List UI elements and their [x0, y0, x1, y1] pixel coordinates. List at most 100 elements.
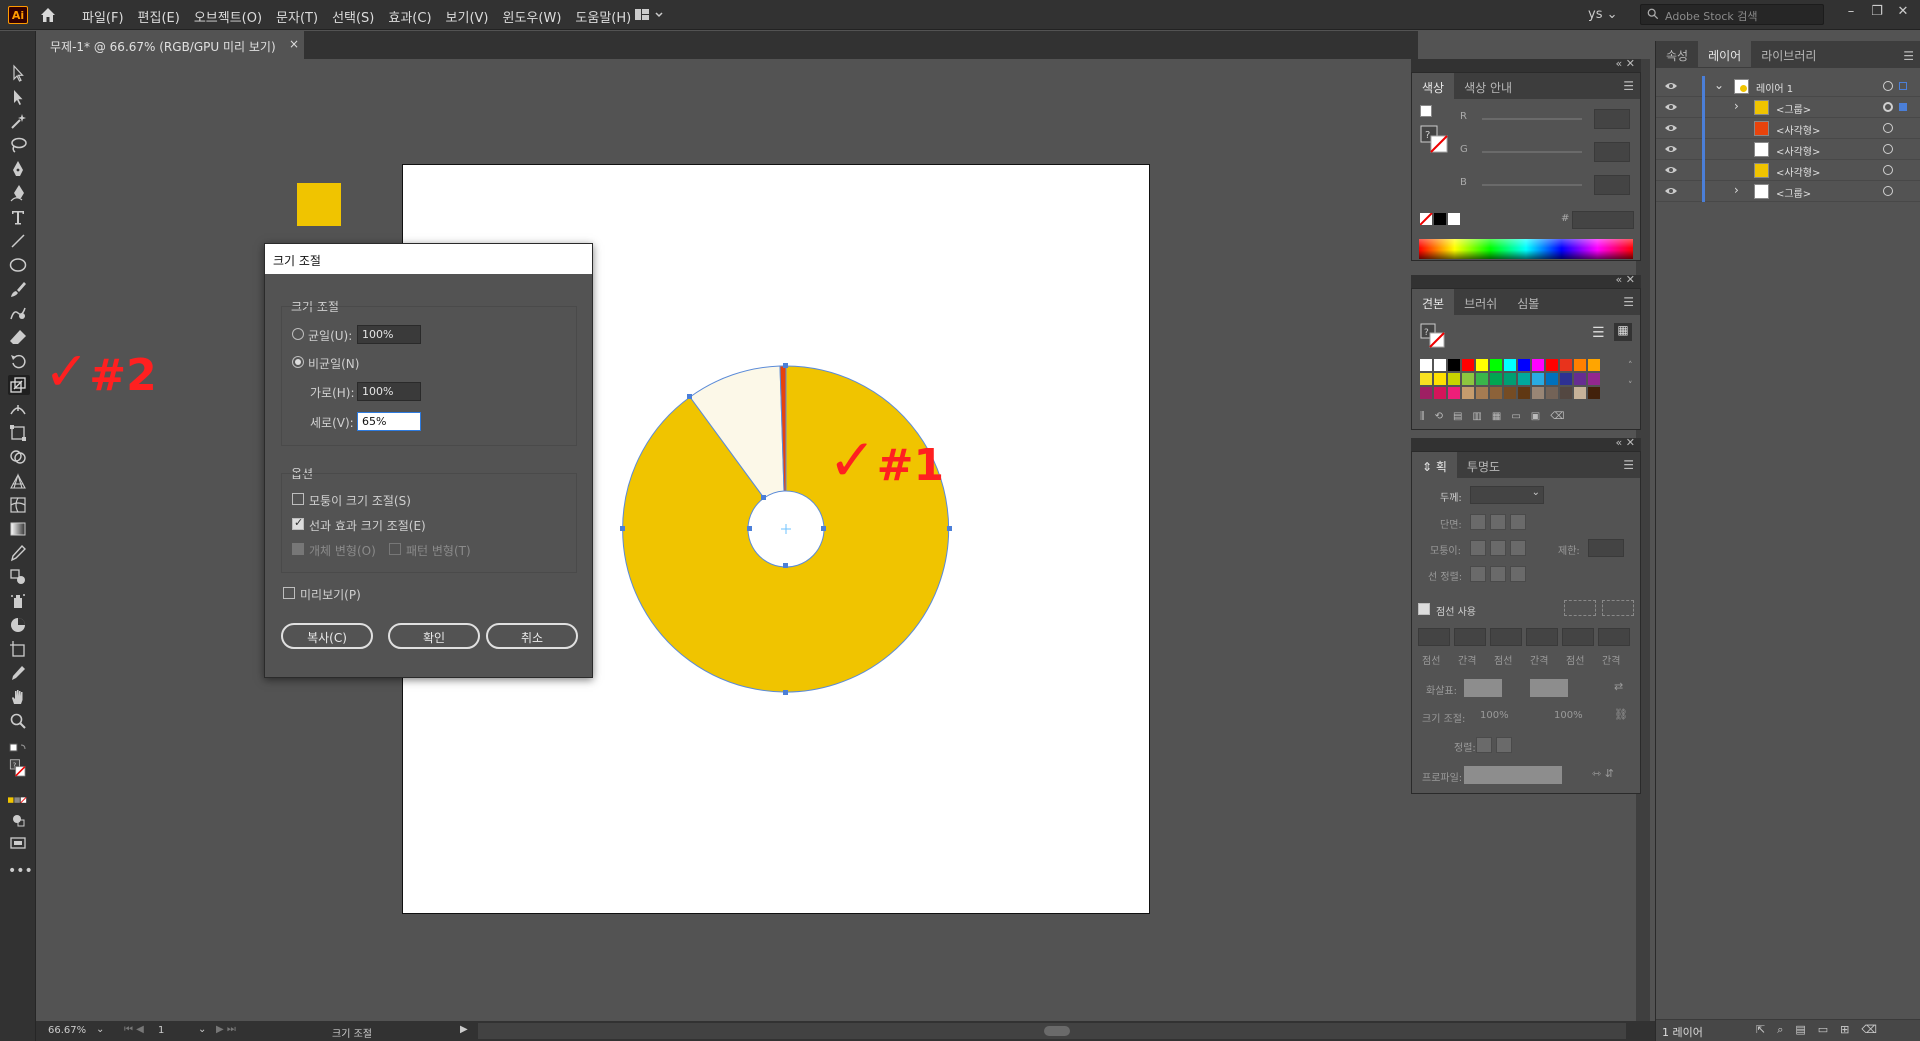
rotate-tool-icon[interactable] — [8, 351, 30, 371]
perspective-grid-tool-icon[interactable] — [8, 471, 30, 491]
g-slider[interactable]: G — [1460, 142, 1640, 162]
color-spectrum[interactable] — [1419, 239, 1633, 259]
layer-row-rectangle-2[interactable]: <사각형> — [1656, 139, 1920, 160]
swatch[interactable] — [1490, 359, 1502, 371]
swatch[interactable] — [1420, 387, 1432, 399]
curvature-tool-icon[interactable] — [8, 183, 30, 203]
panel-collapse-icon[interactable]: « ✕ — [1616, 436, 1635, 449]
tab-libraries[interactable]: 라이브러리 — [1751, 41, 1826, 67]
home-icon[interactable] — [38, 5, 58, 25]
stock-search-input[interactable]: Adobe Stock 검색 — [1640, 4, 1824, 25]
panel-collapse-icon[interactable]: « ✕ — [1616, 273, 1635, 286]
symbol-sprayer-tool-icon[interactable] — [8, 591, 30, 611]
fill-stroke-indicator-icon[interactable]: ? — [8, 759, 30, 785]
tab-color[interactable]: 색상 — [1412, 73, 1455, 99]
layers-footer-icons[interactable]: ⇱⌕▤▭⊞⌫ — [1756, 1023, 1889, 1037]
swatch-grid[interactable] — [1420, 359, 1615, 403]
menu-object[interactable]: 오브젝트(O) — [194, 7, 262, 26]
expand-chevron-right-icon[interactable]: › — [1734, 99, 1739, 113]
panel-menu-icon[interactable]: ☰ — [1623, 295, 1634, 309]
swatch[interactable] — [1476, 373, 1488, 385]
r-slider[interactable]: R — [1460, 109, 1640, 129]
swatch[interactable] — [1420, 373, 1432, 385]
ellipse-tool-icon[interactable] — [8, 255, 30, 275]
shaper-tool-icon[interactable] — [8, 303, 30, 323]
swatch[interactable] — [1546, 387, 1558, 399]
swatch[interactable] — [1588, 359, 1600, 371]
line-segment-tool-icon[interactable] — [8, 231, 30, 251]
uniform-input[interactable] — [357, 325, 421, 344]
artboard-nav-prev-icons[interactable]: ⏮ ◀ — [124, 1024, 144, 1035]
visibility-eye-icon[interactable] — [1664, 80, 1678, 92]
swatch[interactable] — [1462, 359, 1474, 371]
scale-strokes-checkbox[interactable] — [292, 516, 304, 530]
width-tool-icon[interactable] — [8, 399, 30, 419]
artboard-number[interactable]: 1 — [158, 1025, 164, 1036]
swatch[interactable] — [1490, 373, 1502, 385]
artboard-tool-icon[interactable] — [8, 639, 30, 659]
tab-brushes[interactable]: 브러쉬 — [1454, 289, 1507, 315]
yellow-square-object[interactable] — [297, 183, 341, 226]
weight-input[interactable]: ⌄ — [1470, 486, 1544, 504]
cancel-button[interactable]: 취소 — [486, 623, 578, 649]
selection-tool-icon[interactable] — [8, 63, 30, 83]
minimize-button[interactable]: – — [1838, 4, 1864, 22]
expand-chevron-down-icon[interactable]: ⌄ — [1714, 78, 1724, 92]
status-arrow-icon[interactable]: ▶ — [460, 1024, 468, 1035]
menu-help[interactable]: 도움말(H) — [575, 7, 631, 26]
pen-tool-icon[interactable] — [8, 159, 30, 179]
swatch[interactable] — [1532, 373, 1544, 385]
swatch[interactable] — [1448, 359, 1460, 371]
color-fill-stroke-icon[interactable]: ? — [1420, 125, 1450, 155]
tab-properties[interactable]: 속성 — [1656, 41, 1698, 67]
eraser-tool-icon[interactable] — [8, 327, 30, 347]
blend-tool-icon[interactable] — [8, 567, 30, 587]
swatch[interactable] — [1518, 387, 1530, 399]
visibility-eye-icon[interactable] — [1664, 122, 1678, 134]
target-circle-icon[interactable] — [1883, 186, 1893, 196]
type-tool-icon[interactable] — [8, 207, 30, 227]
magic-wand-tool-icon[interactable] — [8, 111, 30, 131]
artboard-nav-next-icons[interactable]: ▶ ⏭ — [216, 1024, 236, 1035]
swatch[interactable] — [1476, 387, 1488, 399]
drawing-mode-icon[interactable] — [8, 809, 30, 829]
menu-window[interactable]: 윈도우(W) — [503, 7, 562, 26]
tab-color-guide[interactable]: 색상 안내 — [1454, 73, 1522, 99]
selection-indicator[interactable] — [1899, 82, 1907, 90]
b-slider[interactable]: B — [1460, 175, 1640, 195]
expand-chevron-right-icon[interactable]: › — [1734, 183, 1739, 197]
close-window-button[interactable]: ✕ — [1890, 4, 1916, 22]
swatches-panel-collapse-bar[interactable]: « ✕ — [1411, 273, 1641, 289]
column-graph-tool-icon[interactable] — [8, 615, 30, 635]
g-value-input[interactable] — [1594, 142, 1630, 162]
swatch[interactable] — [1434, 359, 1446, 371]
tab-layers[interactable]: 레이어 — [1698, 41, 1752, 67]
scale-corners-checkbox[interactable] — [292, 493, 304, 505]
stroke-panel-collapse-bar[interactable]: « ✕ — [1411, 436, 1641, 452]
swatch-fill-stroke-icon[interactable]: ? — [1420, 323, 1446, 349]
panel-collapse-icon[interactable]: « ✕ — [1616, 57, 1635, 70]
color-panel-collapse-bar[interactable]: « ✕ — [1411, 57, 1641, 73]
mesh-tool-icon[interactable] — [8, 495, 30, 515]
menu-select[interactable]: 선택(S) — [332, 7, 374, 26]
color-mode-icons[interactable] — [8, 791, 30, 804]
swatch[interactable] — [1560, 387, 1572, 399]
menu-type[interactable]: 문자(T) — [276, 7, 318, 26]
workspace-switcher-icon[interactable] — [634, 7, 666, 23]
target-circle-icon[interactable] — [1883, 165, 1893, 175]
default-colors-icon[interactable] — [1420, 105, 1432, 117]
swatch-footer-icons[interactable]: ⫼⟲▤▥▦▭▣⌫ — [1420, 411, 1634, 425]
swatch[interactable] — [1532, 359, 1544, 371]
panel-menu-icon[interactable]: ☰ — [1623, 79, 1634, 93]
artboard-dropdown-chevron-icon[interactable]: ⌄ — [198, 1024, 206, 1035]
eyedropper-tool-icon[interactable] — [8, 543, 30, 563]
visibility-eye-icon[interactable] — [1664, 164, 1678, 176]
hand-tool-icon[interactable] — [8, 687, 30, 707]
document-tab-close-icon[interactable]: × — [289, 37, 299, 51]
scroll-thumb[interactable] — [1044, 1026, 1070, 1036]
layer-row-group-2[interactable]: › <그룹> — [1656, 181, 1920, 202]
screen-mode-icon[interactable] — [8, 833, 30, 853]
zoom-dropdown-chevron-icon[interactable]: ⌄ — [96, 1024, 104, 1035]
tab-stroke[interactable]: ⇕ 획 — [1412, 452, 1457, 478]
swatch[interactable] — [1574, 387, 1586, 399]
